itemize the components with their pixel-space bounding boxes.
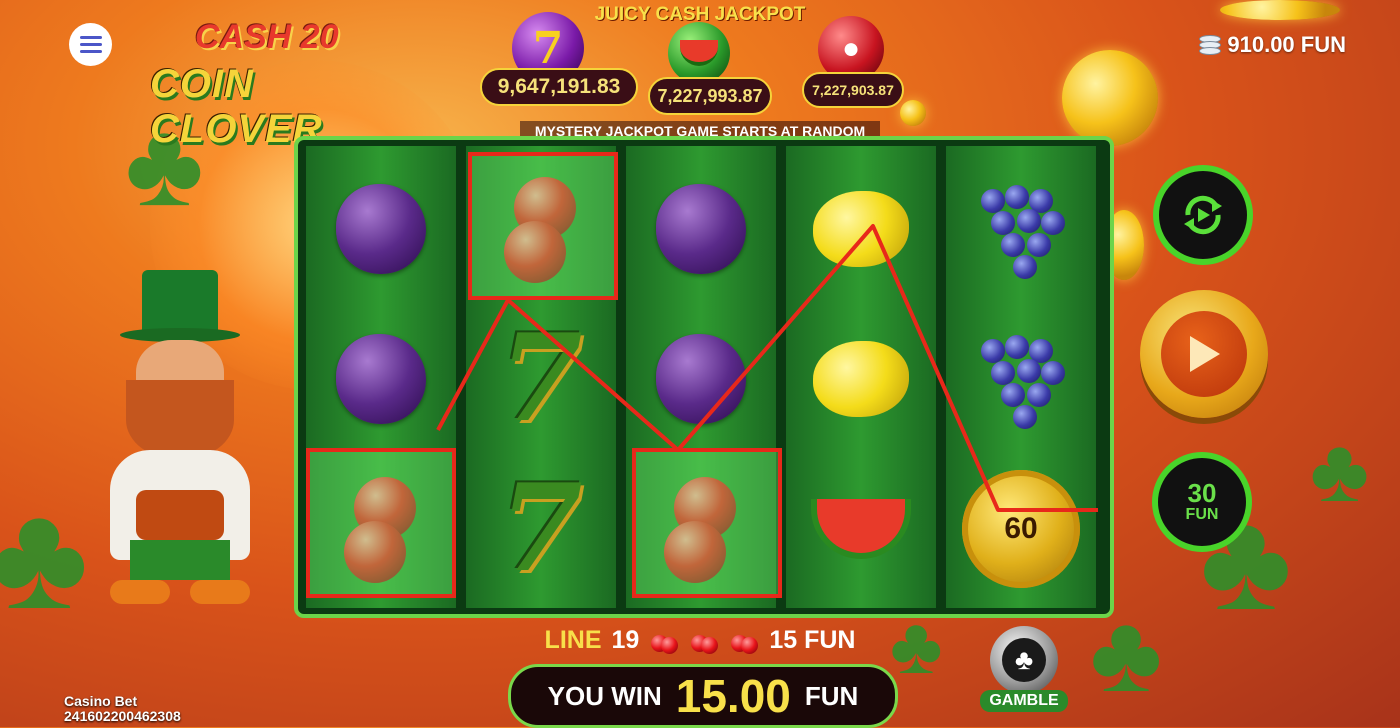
casino-label: Casino Bet bbox=[64, 693, 138, 709]
background-coin bbox=[1220, 0, 1340, 20]
background-coin bbox=[900, 100, 926, 126]
line-number: 19 bbox=[611, 625, 640, 654]
gamble-button[interactable]: ♣ GAMBLE bbox=[980, 626, 1068, 722]
background-coin bbox=[1062, 50, 1158, 146]
hamburger-icon bbox=[79, 36, 102, 39]
autoplay-icon bbox=[1184, 195, 1222, 235]
round-id: 241602200462308 bbox=[64, 708, 181, 724]
clover-icon: ♣ bbox=[0, 472, 89, 640]
spin-button[interactable] bbox=[1140, 290, 1268, 418]
line-win-amount: 15 FUN bbox=[769, 625, 856, 654]
casino-info: Casino Bet 241602200462308 bbox=[64, 694, 181, 724]
win-amount: 15.00 bbox=[675, 670, 791, 722]
balance-display: 910.00 FUN bbox=[1197, 32, 1346, 58]
win-panel: YOU WIN 15.00 FUN bbox=[508, 664, 898, 728]
play-icon bbox=[1190, 336, 1220, 372]
gamble-label: GAMBLE bbox=[980, 690, 1068, 712]
bet-amount: 30 bbox=[1187, 478, 1217, 508]
jackpot-value-watermelon: 7,227,993.87 bbox=[648, 77, 772, 115]
leprechaun-mascot bbox=[80, 270, 280, 610]
winning-line-info: LINE 19 15 FUN bbox=[540, 622, 860, 658]
win-prefix: YOU WIN bbox=[547, 680, 662, 711]
payline-19 bbox=[436, 224, 1098, 512]
balance-amount: 910.00 FUN bbox=[1227, 32, 1346, 57]
cherry-icon bbox=[689, 625, 719, 655]
win-currency: FUN bbox=[804, 680, 859, 711]
watermelon-icon bbox=[668, 22, 730, 84]
coin-stack-icon bbox=[1197, 33, 1222, 57]
game-logo: CASH 20 COIN CLOVER bbox=[150, 18, 430, 151]
line-label: LINE bbox=[544, 625, 602, 654]
clover-icon: ♣ bbox=[1014, 644, 1034, 675]
cherry-icon bbox=[649, 625, 679, 655]
cherry-icon bbox=[729, 625, 759, 655]
clover-icon: ♣ bbox=[1310, 421, 1370, 521]
autoplay-button[interactable] bbox=[1153, 165, 1253, 265]
reel-area: 7 7 60 bbox=[294, 136, 1114, 618]
menu-button[interactable] bbox=[69, 23, 112, 66]
jackpot-value-seven: 9,647,191.83 bbox=[480, 68, 638, 106]
jackpot-value-cherry: 7,227,903.87 bbox=[802, 72, 904, 108]
bet-button[interactable]: 30 FUN bbox=[1152, 452, 1252, 552]
logo-line-1: CASH 20 bbox=[195, 18, 339, 56]
bet-currency: FUN bbox=[1185, 506, 1219, 523]
